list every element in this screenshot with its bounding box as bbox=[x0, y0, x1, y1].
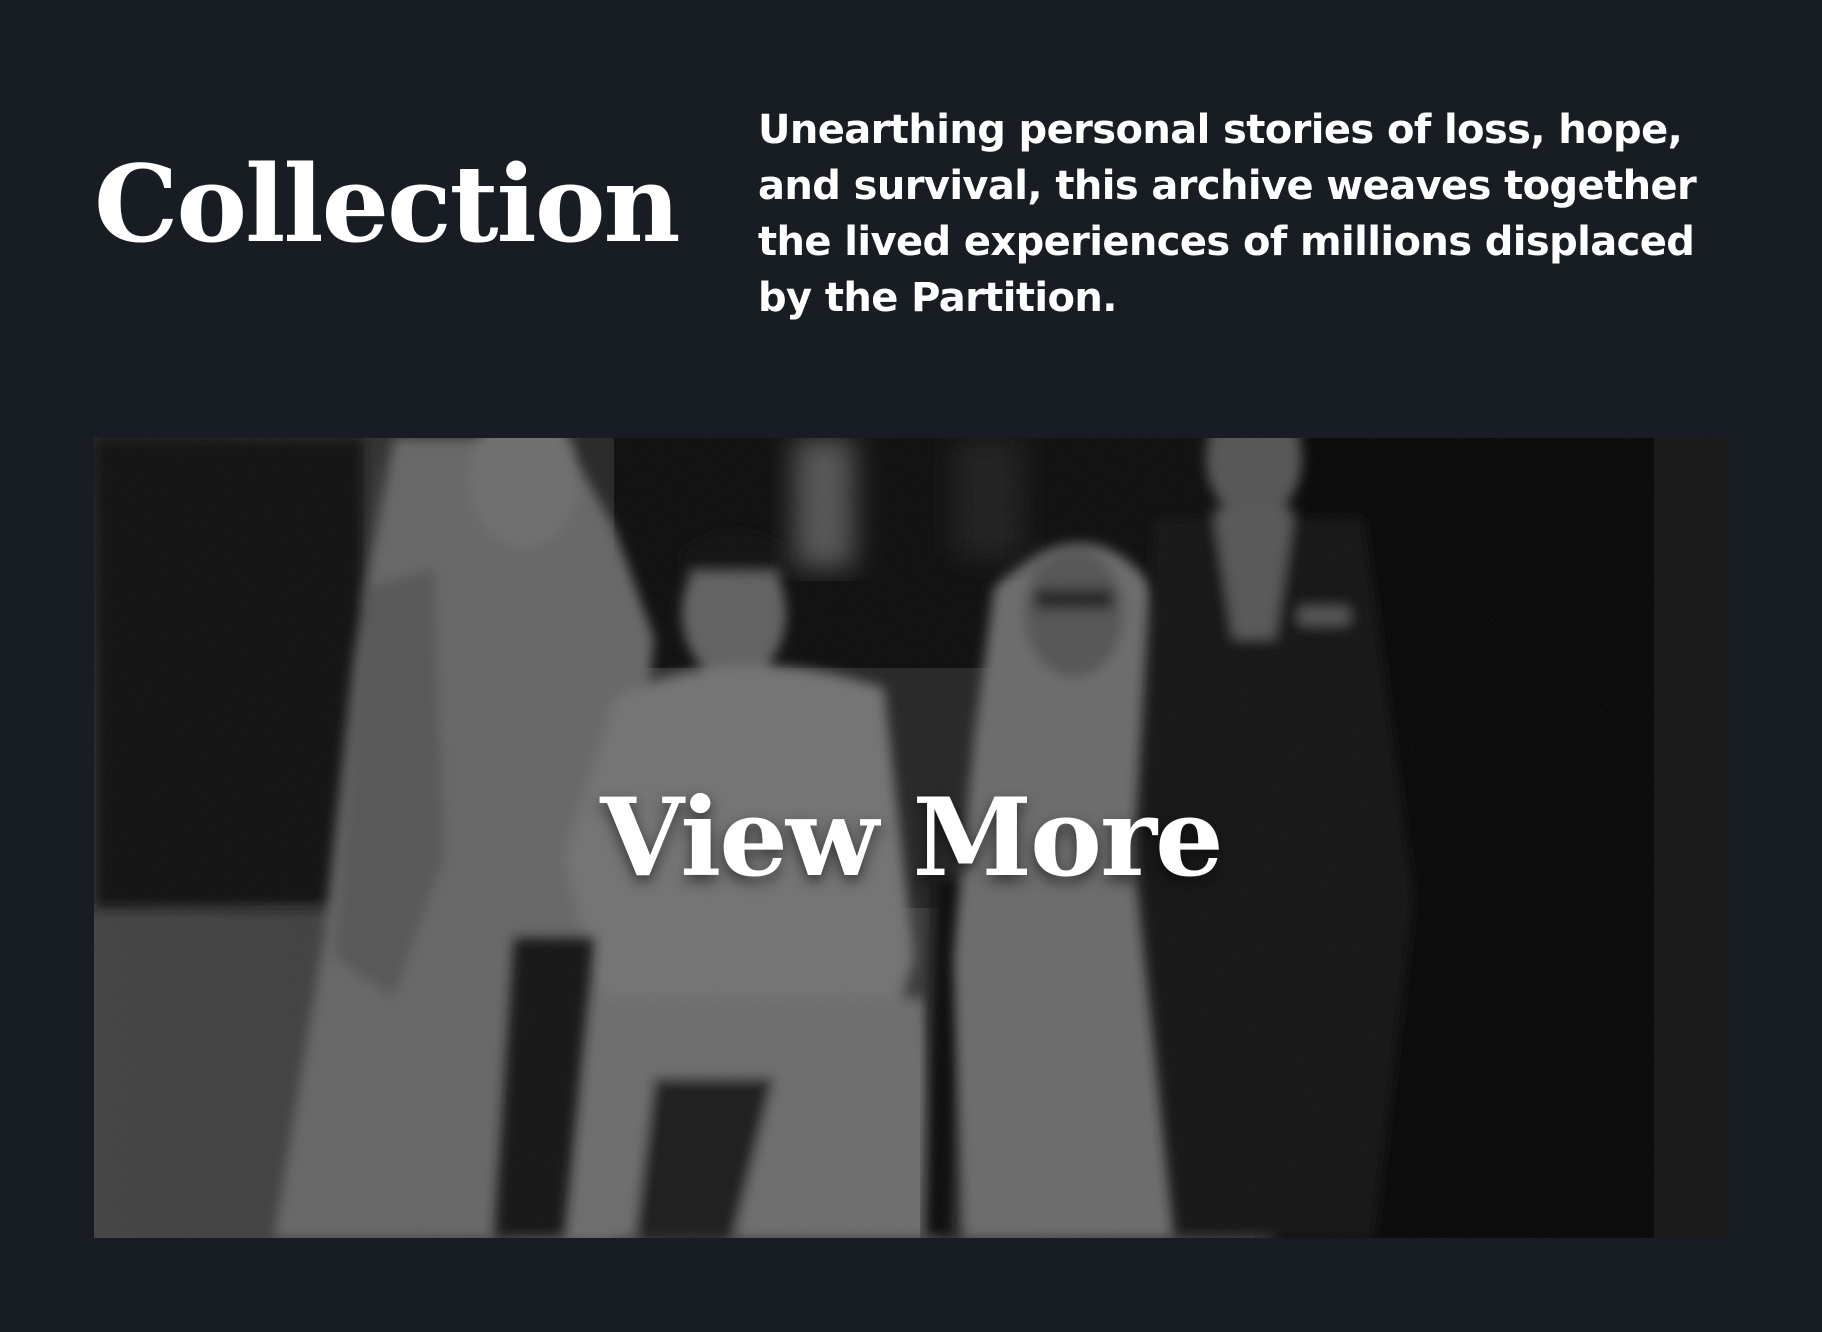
section-title: Collection bbox=[94, 141, 681, 266]
collection-header: Collection Unearthing personal stories o… bbox=[94, 96, 1728, 346]
section-description: Unearthing personal stories of loss, hop… bbox=[758, 107, 1697, 321]
view-more-button[interactable]: View More bbox=[94, 438, 1728, 1238]
view-more-card[interactable]: View More bbox=[94, 438, 1728, 1238]
